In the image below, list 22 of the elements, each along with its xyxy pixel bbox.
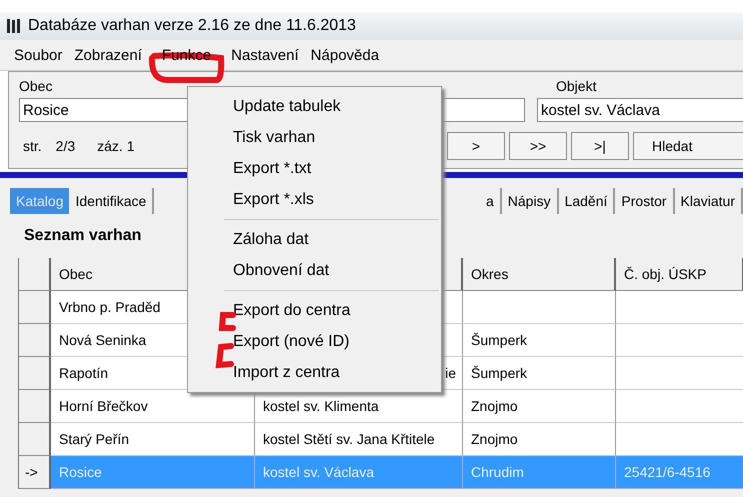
table-cell: Rosice xyxy=(51,456,255,489)
column-header: Č. obj. ÚSKP xyxy=(616,258,743,291)
table-cell: Znojmo xyxy=(463,390,616,423)
table-cell: kostel Stětí sv. Jana Křtitele xyxy=(255,423,463,456)
table-cell: Chrudim xyxy=(463,456,616,489)
row-header: -> xyxy=(19,456,51,489)
table-cell: Starý Peřín xyxy=(51,423,255,456)
table-cell: Horní Břečkov xyxy=(51,390,255,423)
page-counter: 2/3 xyxy=(56,138,76,154)
table-cell: 25421/6-4516 xyxy=(616,456,743,489)
column-header: Okres xyxy=(463,258,616,291)
page-label: str. xyxy=(23,138,42,154)
record-counter: záz. 1 xyxy=(97,138,134,154)
table-cell: Šumperk xyxy=(463,324,616,357)
table-cell: Šumperk xyxy=(463,357,616,390)
table-cell: Znojmo xyxy=(463,423,616,456)
table-cell: kostel sv. Václava xyxy=(255,456,463,489)
field-label: Obec xyxy=(19,78,52,96)
table-cell: kostel sv. Klimenta xyxy=(255,390,463,423)
field-label: Objekt xyxy=(556,78,598,96)
window-title: Databáze varhan verze 2.16 ze dne 11.6.2013 xyxy=(28,17,356,35)
list-title: Seznam varhan xyxy=(24,227,142,245)
